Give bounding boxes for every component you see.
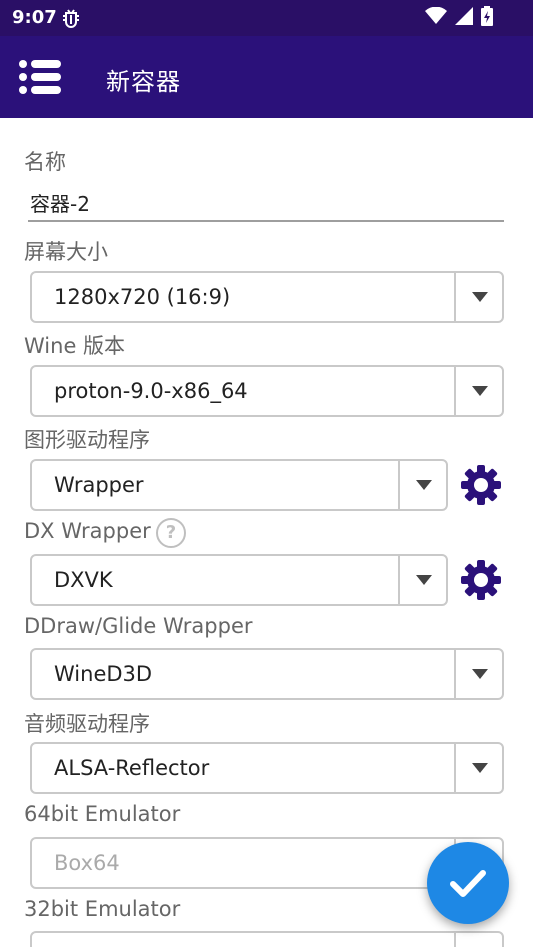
graphics-driver-settings-gear-icon[interactable] — [460, 464, 502, 506]
ddraw-wrapper-select[interactable]: WineD3D — [30, 648, 504, 700]
wine-version-label: Wine 版本 — [24, 334, 126, 358]
select-divider — [454, 650, 456, 698]
emulator-64-label: 64bit Emulator — [24, 802, 181, 826]
wifi-icon — [425, 6, 447, 29]
chevron-down-icon — [416, 480, 432, 490]
page-title: 新容器 — [106, 68, 181, 96]
screen-size-select[interactable]: 1280x720 (16:9) — [30, 271, 504, 323]
emulator-32-label: 32bit Emulator — [24, 897, 181, 921]
screen-size-label: 屏幕大小 — [24, 240, 108, 264]
chevron-down-icon — [472, 669, 488, 679]
bug-icon — [60, 6, 82, 33]
chevron-down-icon — [472, 292, 488, 302]
battery-icon — [481, 6, 493, 30]
select-divider — [454, 744, 456, 792]
select-divider — [398, 556, 400, 604]
graphics-driver-select[interactable]: Wrapper — [30, 459, 448, 511]
dx-wrapper-settings-gear-icon[interactable] — [460, 559, 502, 601]
name-input[interactable] — [28, 184, 504, 222]
select-divider — [398, 461, 400, 509]
signal-icon — [455, 7, 473, 29]
select-divider — [454, 367, 456, 415]
wine-version-select[interactable]: proton-9.0-x86_64 — [30, 365, 504, 417]
chevron-down-icon — [472, 386, 488, 396]
name-label: 名称 — [24, 150, 66, 174]
select-divider — [454, 933, 456, 947]
chevron-down-icon — [416, 575, 432, 585]
screen-size-value: 1280x720 (16:9) — [54, 285, 231, 309]
menu-icon[interactable] — [18, 59, 64, 95]
dx-wrapper-label: DX Wrapper — [24, 519, 151, 543]
emulator-32-select[interactable] — [30, 931, 504, 947]
audio-driver-label: 音频驱动程序 — [24, 712, 150, 736]
ddraw-wrapper-value: WineD3D — [54, 662, 153, 686]
graphics-driver-value: Wrapper — [54, 473, 144, 497]
status-icons — [425, 6, 493, 30]
container-form: 名称 屏幕大小 1280x720 (16:9) Wine 版本 proton-9… — [0, 118, 533, 947]
ddraw-wrapper-label: DDraw/Glide Wrapper — [24, 614, 253, 638]
wine-version-value: proton-9.0-x86_64 — [54, 379, 248, 403]
dx-wrapper-value: DXVK — [54, 568, 113, 592]
select-divider — [454, 273, 456, 321]
check-icon — [450, 870, 486, 897]
confirm-button[interactable] — [427, 842, 509, 924]
audio-driver-select[interactable]: ALSA-Reflector — [30, 742, 504, 794]
status-bar: 9:07 — [0, 0, 533, 36]
emulator-64-value: Box64 — [54, 851, 120, 875]
help-icon[interactable]: ? — [156, 518, 186, 548]
app-bar: 新容器 — [0, 36, 533, 118]
chevron-down-icon — [472, 763, 488, 773]
dx-wrapper-select[interactable]: DXVK — [30, 554, 448, 606]
graphics-driver-label: 图形驱动程序 — [24, 428, 150, 452]
audio-driver-value: ALSA-Reflector — [54, 756, 210, 780]
status-time: 9:07 — [12, 7, 57, 28]
